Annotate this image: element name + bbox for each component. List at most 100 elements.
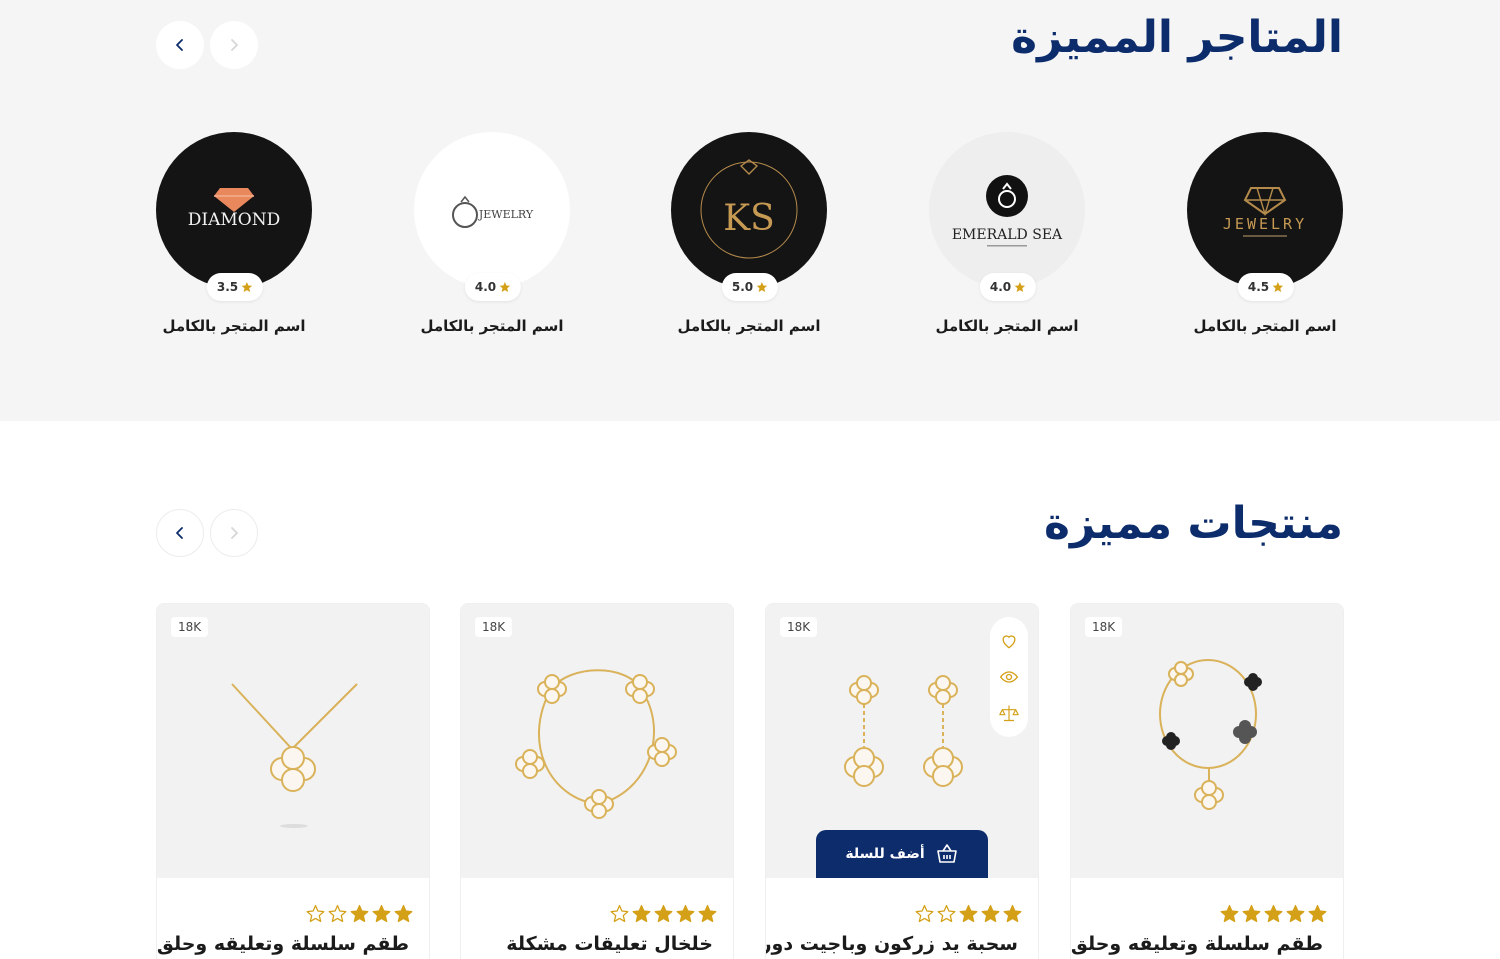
star-filled-icon bbox=[394, 904, 413, 923]
product-card[interactable]: 18K أضف للسلة سحبة يد زركون وباجيت دورين bbox=[765, 603, 1039, 959]
products-prev-button[interactable] bbox=[156, 509, 204, 557]
store-logo: JEWELRY bbox=[414, 132, 570, 288]
product-rating bbox=[610, 904, 717, 923]
store-rating-value: 4.5 bbox=[1247, 280, 1270, 294]
star-filled-icon bbox=[632, 904, 651, 923]
star-filled-icon bbox=[1003, 904, 1022, 923]
bracelet-image bbox=[1159, 659, 1262, 810]
store-rating-value: 4.0 bbox=[474, 280, 497, 294]
product-image[interactable]: 18K bbox=[1071, 604, 1343, 878]
store-card[interactable]: KS 5.0 اسم المتجر بالكامل bbox=[671, 132, 829, 335]
product-actions bbox=[990, 617, 1028, 737]
store-rating-value: 3.5 bbox=[216, 280, 239, 294]
star-empty-icon bbox=[915, 904, 934, 923]
karat-badge: 18K bbox=[1085, 617, 1123, 637]
store-logo-text: EMERALD SEA bbox=[952, 227, 1063, 243]
products-section-title: منتجات مميزة bbox=[1044, 498, 1343, 549]
star-filled-icon bbox=[654, 904, 673, 923]
store-rating-badge: 5.0 bbox=[721, 273, 779, 301]
product-card[interactable]: 18K طقم سلسلة وتعليقه وحلق bbox=[1070, 603, 1344, 959]
product-rating bbox=[915, 904, 1022, 923]
chevron-right-icon bbox=[231, 527, 238, 539]
store-logo-text: KS bbox=[723, 198, 775, 239]
star-filled-icon bbox=[372, 904, 391, 923]
store-logo-text: JEWELRY bbox=[478, 208, 534, 221]
karat-badge: 18K bbox=[475, 617, 513, 637]
store-rating-badge: 4.5 bbox=[1237, 273, 1295, 301]
store-logo: EMERALD SEA bbox=[929, 132, 1085, 288]
eye-icon[interactable] bbox=[999, 667, 1019, 687]
star-filled-icon bbox=[1264, 904, 1283, 923]
necklace-image bbox=[231, 683, 358, 828]
store-name[interactable]: اسم المتجر بالكامل bbox=[1187, 317, 1343, 335]
store-rating-badge: 3.5 bbox=[206, 273, 264, 301]
store-card[interactable]: JEWELRY 4.5 اسم المتجر بالكامل bbox=[1187, 132, 1345, 335]
store-rating-value: 5.0 bbox=[731, 280, 754, 294]
product-name[interactable]: طقم سلسلة وتعليقه وحلق bbox=[1071, 933, 1323, 955]
star-filled-icon bbox=[981, 904, 1000, 923]
jewelry-logo-icon: JEWELRY bbox=[1223, 187, 1307, 237]
product-card[interactable]: 18K خلخال تعليقات مشكلة bbox=[460, 603, 734, 959]
star-empty-icon bbox=[610, 904, 629, 923]
star-icon bbox=[1014, 282, 1026, 292]
star-icon bbox=[756, 282, 768, 292]
store-rating-badge: 4.0 bbox=[979, 273, 1037, 301]
stores-next-button[interactable] bbox=[210, 21, 258, 69]
add-to-cart-label: أضف للسلة bbox=[845, 846, 925, 862]
star-empty-icon bbox=[306, 904, 325, 923]
basket-icon bbox=[936, 844, 957, 863]
scale-icon[interactable] bbox=[999, 703, 1019, 723]
store-logo: KS bbox=[671, 132, 827, 288]
store-card[interactable]: EMERALD SEA 4.0 اسم المتجر بالكامل bbox=[929, 132, 1087, 335]
store-logo-text: JEWELRY bbox=[1223, 215, 1307, 233]
star-icon bbox=[1272, 282, 1284, 292]
add-to-cart-button[interactable]: أضف للسلة bbox=[816, 830, 988, 878]
stores-section-title: المتاجر المميزة bbox=[1011, 12, 1343, 63]
store-logo: JEWELRY bbox=[1187, 132, 1343, 288]
anklet-image bbox=[515, 669, 677, 819]
chevron-left-icon bbox=[176, 527, 183, 539]
store-logo-text: DIAMOND bbox=[188, 210, 280, 230]
star-empty-icon bbox=[328, 904, 347, 923]
star-empty-icon bbox=[937, 904, 956, 923]
products-next-button[interactable] bbox=[210, 509, 258, 557]
star-icon bbox=[241, 282, 253, 292]
product-card[interactable]: 18K طقم سلسلة وتعليقه وحلق bbox=[156, 603, 430, 959]
product-image[interactable]: 18K bbox=[157, 604, 429, 878]
star-filled-icon bbox=[698, 904, 717, 923]
store-name[interactable]: اسم المتجر بالكامل bbox=[414, 317, 570, 335]
featured-stores-section: المتاجر المميزة JEWELRY 4.5 اسم المتجر ب… bbox=[0, 0, 1500, 421]
heart-icon[interactable] bbox=[999, 631, 1019, 651]
ks-logo-icon: KS bbox=[700, 159, 798, 259]
star-filled-icon bbox=[1286, 904, 1305, 923]
product-name[interactable]: سحبة يد زركون وباجيت دورين bbox=[766, 933, 1018, 955]
stores-prev-button[interactable] bbox=[156, 21, 204, 69]
store-rating-value: 4.0 bbox=[989, 280, 1012, 294]
store-rating-badge: 4.0 bbox=[464, 273, 522, 301]
store-logo: DIAMOND bbox=[156, 132, 312, 288]
star-filled-icon bbox=[676, 904, 695, 923]
product-image[interactable]: 18K bbox=[461, 604, 733, 878]
diamond-logo-icon: DIAMOND bbox=[188, 188, 280, 230]
store-name[interactable]: اسم المتجر بالكامل bbox=[671, 317, 827, 335]
product-rating bbox=[306, 904, 413, 923]
store-name[interactable]: اسم المتجر بالكامل bbox=[156, 317, 312, 335]
star-icon bbox=[499, 282, 511, 292]
store-card[interactable]: JEWELRY 4.0 اسم المتجر بالكامل bbox=[414, 132, 572, 335]
star-filled-icon bbox=[350, 904, 369, 923]
product-image[interactable]: 18K أضف للسلة bbox=[766, 604, 1038, 878]
store-name[interactable]: اسم المتجر بالكامل bbox=[929, 317, 1085, 335]
ring-jewelry-logo-icon: JEWELRY bbox=[452, 195, 534, 228]
store-card[interactable]: DIAMOND 3.5 اسم المتجر بالكامل bbox=[156, 132, 314, 335]
star-filled-icon bbox=[1220, 904, 1239, 923]
product-name[interactable]: طقم سلسلة وتعليقه وحلق bbox=[157, 933, 409, 955]
stores-carousel-nav bbox=[156, 21, 258, 69]
chevron-right-icon bbox=[231, 39, 238, 51]
product-name[interactable]: خلخال تعليقات مشكلة bbox=[506, 933, 713, 955]
star-filled-icon bbox=[1308, 904, 1327, 923]
star-filled-icon bbox=[959, 904, 978, 923]
product-rating bbox=[1220, 904, 1327, 923]
chevron-left-icon bbox=[176, 39, 183, 51]
karat-badge: 18K bbox=[780, 617, 818, 637]
emerald-sea-logo-icon: EMERALD SEA bbox=[952, 175, 1063, 247]
